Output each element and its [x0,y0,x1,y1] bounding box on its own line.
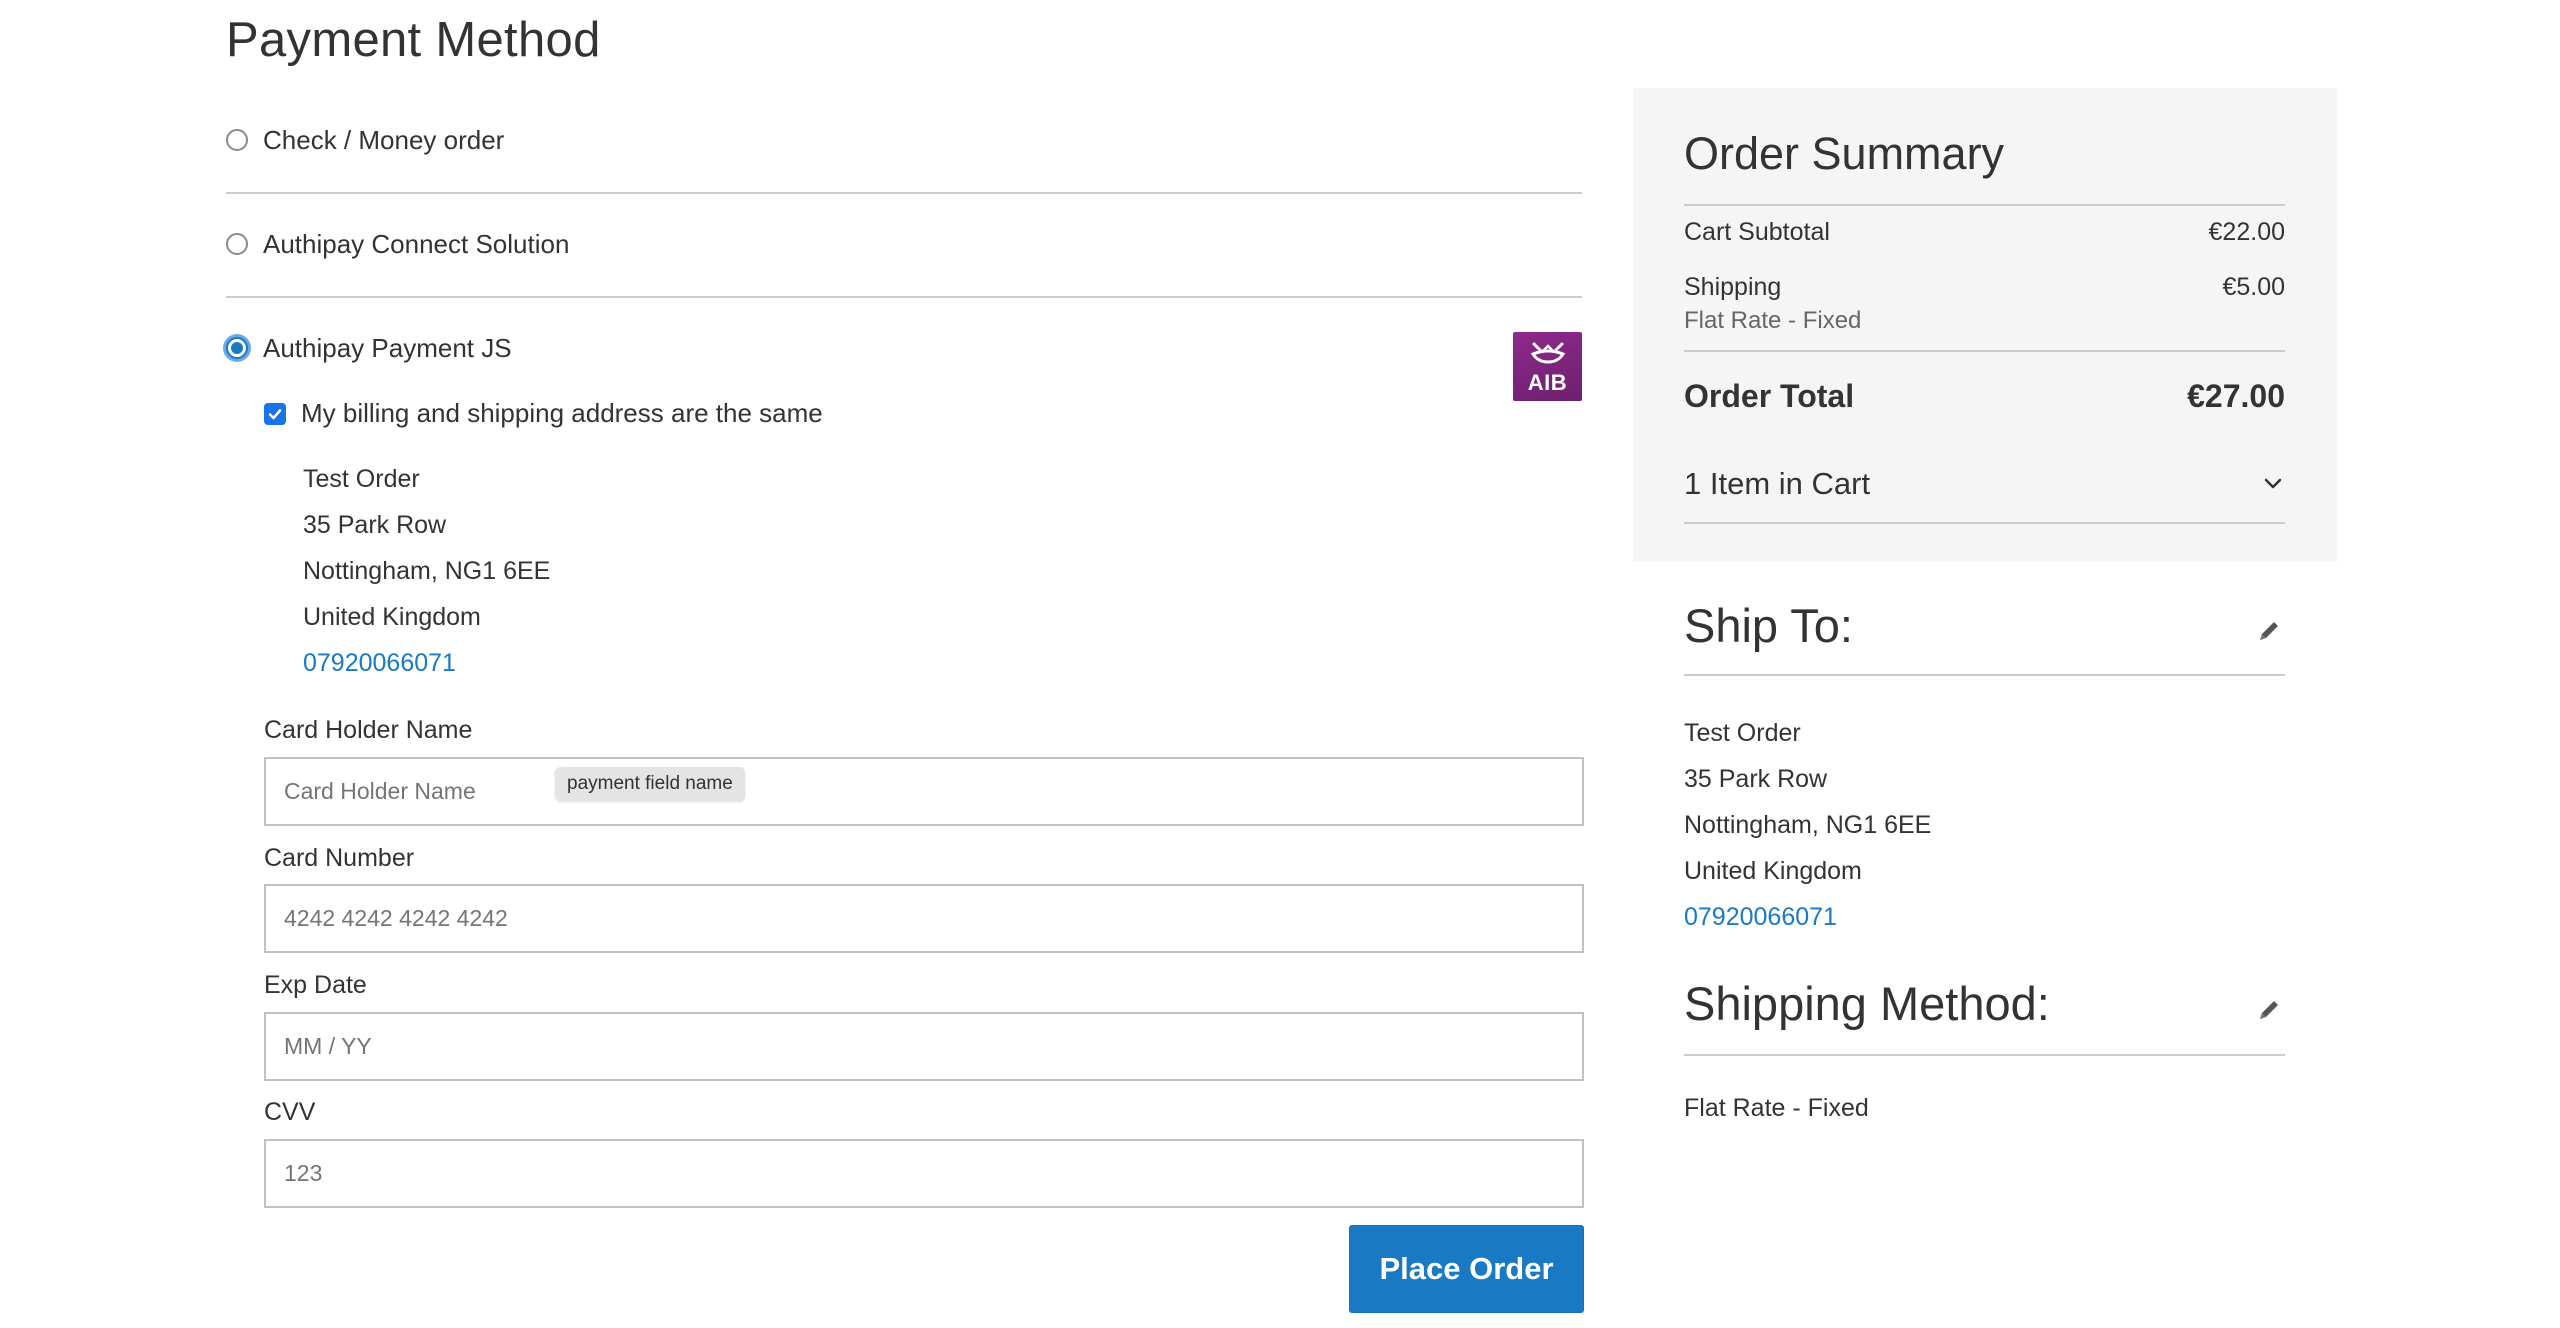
ship-to-divider [1684,674,2285,676]
shipping-method-sub: Flat Rate - Fixed [1684,307,1862,334]
card-number-label: Card Number [264,844,415,872]
ship-to-name: Test Order [1684,719,1801,747]
billing-same-label: My billing and shipping address are the … [301,398,823,428]
shipping-row: Shipping €5.00 [1684,273,2285,302]
order-total-row: Order Total €27.00 [1684,378,2285,415]
radio-check-money-order[interactable] [226,129,248,151]
aib-logo-text: AIB [1527,370,1568,395]
edit-pencil-icon[interactable] [2254,995,2284,1025]
shipping-method-title: Shipping Method: [1684,977,2050,1030]
billing-name: Test Order [303,465,420,493]
cvv-label: CVV [264,1098,316,1126]
billing-city: Nottingham, NG1 6EE [303,557,551,585]
method-label: Authipay Connect Solution [263,228,570,259]
card-holder-input[interactable]: Card Holder Name [264,757,1584,826]
aib-ark-icon [1530,342,1565,364]
divider [226,296,1582,298]
shipping-method-divider [1684,1054,2285,1056]
chevron-down-icon[interactable] [2261,472,2285,496]
order-total-value: €27.00 [2187,378,2285,414]
items-in-cart-toggle[interactable]: 1 Item in Cart [1684,466,2285,502]
billing-same-checkbox[interactable] [264,402,286,425]
billing-address: Test Order 35 Park Row Nottingham, NG1 6… [303,456,550,686]
order-total-label: Order Total [1684,378,1855,414]
billing-country: United Kingdom [303,603,481,631]
payment-field-tooltip: payment field name [555,767,745,801]
shipping-label: Shipping [1684,273,1782,301]
card-number-placeholder: 4242 4242 4242 4242 [284,905,508,931]
aib-logo: AIB [1513,332,1582,401]
ship-to-country: United Kingdom [1684,857,1862,885]
items-in-cart-label: 1 Item in Cart [1684,466,1871,501]
exp-date-input[interactable]: MM / YY [264,1012,1584,1081]
cart-subtotal-value: €22.00 [2208,218,2285,246]
card-number-input[interactable]: 4242 4242 4242 4242 [264,884,1584,953]
page-title: Payment Method [226,13,601,67]
order-summary-title: Order Summary [1684,128,2005,179]
payment-method-authipay-connect[interactable]: Authipay Connect Solution [226,224,1582,264]
check-icon [268,408,282,419]
billing-same-checkbox-row[interactable]: My billing and shipping address are the … [264,398,823,429]
ship-to-title: Ship To: [1684,599,1853,652]
summary-divider [1684,522,2285,524]
shipping-method-value: Flat Rate - Fixed [1684,1094,1869,1122]
card-holder-placeholder: Card Holder Name [284,778,476,804]
edit-pencil-icon[interactable] [2254,616,2284,646]
radio-authipay-payment-js[interactable] [226,337,248,359]
place-order-button[interactable]: Place Order [1349,1225,1584,1313]
method-label: Authipay Payment JS [263,332,512,363]
summary-divider [1684,204,2285,206]
cvv-input[interactable]: 123 [264,1139,1584,1208]
ship-to-address: Test Order 35 Park Row Nottingham, NG1 6… [1684,710,1931,940]
cart-subtotal-label: Cart Subtotal [1684,218,1830,246]
payment-method-authipay-js[interactable]: Authipay Payment JS [226,328,1582,368]
cvv-placeholder: 123 [284,1160,323,1186]
billing-phone-link[interactable]: 07920066071 [303,640,550,686]
exp-date-label: Exp Date [264,971,367,999]
divider [226,192,1582,194]
shipping-value: €5.00 [2222,273,2285,301]
exp-date-placeholder: MM / YY [284,1033,372,1059]
payment-method-check[interactable]: Check / Money order [226,120,1582,160]
ship-to-city: Nottingham, NG1 6EE [1684,811,1932,839]
summary-divider [1684,350,2285,352]
cart-subtotal-row: Cart Subtotal €22.00 [1684,218,2285,247]
order-summary: Order Summary Cart Subtotal €22.00 Shipp… [1633,88,2337,562]
radio-authipay-connect[interactable] [226,233,248,255]
ship-to-street: 35 Park Row [1684,765,1828,793]
billing-street: 35 Park Row [303,511,447,539]
ship-to-phone-link[interactable]: 07920066071 [1684,894,1931,940]
card-holder-label: Card Holder Name [264,716,473,744]
method-label: Check / Money order [263,124,505,155]
